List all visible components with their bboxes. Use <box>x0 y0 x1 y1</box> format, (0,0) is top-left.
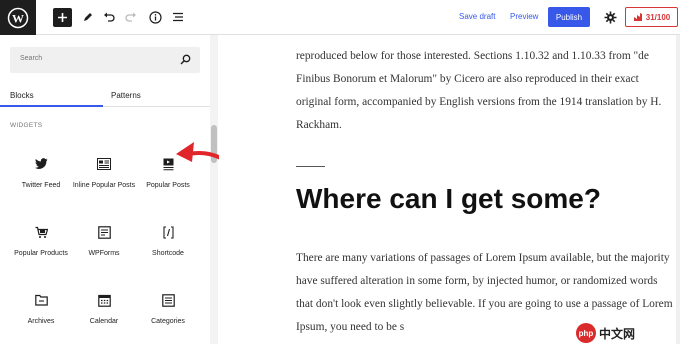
settings-gear-icon[interactable] <box>602 6 618 28</box>
inserter-tabs: Blocks Patterns <box>0 85 210 107</box>
wordpress-logo-icon[interactable]: W <box>0 0 36 35</box>
block-label: Twitter Feed <box>21 182 61 189</box>
tab-patterns[interactable]: Patterns <box>111 91 141 100</box>
block-search-input[interactable]: Search <box>10 47 200 73</box>
block-popular-products[interactable]: Popular Products <box>9 224 73 258</box>
heading-block[interactable]: Where can I get some? <box>296 183 601 215</box>
categories-icon <box>160 292 176 308</box>
seo-score-icon <box>633 13 642 21</box>
list-view-icon[interactable] <box>170 6 186 28</box>
block-label: Categories <box>151 318 185 325</box>
block-label: Shortcode <box>152 250 184 257</box>
watermark-badge: php <box>576 323 596 343</box>
block-label: Calendar <box>89 318 119 325</box>
block-inline-popular-posts[interactable]: Inline Popular Posts <box>72 156 136 190</box>
block-label: Popular Products <box>14 250 68 257</box>
editor-toolbar: W Save draft Preview Publish 31/100 <box>0 0 680 35</box>
undo-icon[interactable] <box>102 6 116 28</box>
seo-score-button[interactable]: 31/100 <box>625 7 678 27</box>
watermark: php 中文网 <box>576 322 680 344</box>
active-tab-indicator <box>0 105 103 107</box>
block-label: WPForms <box>88 250 120 257</box>
svg-text:W: W <box>12 11 24 25</box>
twitter-icon <box>33 156 49 172</box>
watermark-text: 中文网 <box>599 326 636 341</box>
separator-block <box>296 166 325 167</box>
widgets-section-title: WIDGETS <box>10 122 43 129</box>
block-twitter-feed[interactable]: Twitter Feed <box>9 156 73 190</box>
calendar-icon <box>96 292 112 308</box>
tab-blocks[interactable]: Blocks <box>10 91 34 100</box>
search-icon <box>180 54 191 65</box>
preview-button[interactable]: Preview <box>510 12 538 21</box>
search-placeholder: Search <box>20 55 43 62</box>
cart-icon <box>33 224 49 240</box>
archives-icon <box>33 292 49 308</box>
pencil-tool-icon[interactable] <box>81 6 95 28</box>
redo-icon[interactable] <box>124 6 138 28</box>
save-draft-button[interactable]: Save draft <box>459 12 495 21</box>
publish-button[interactable]: Publish <box>548 7 590 27</box>
block-archives[interactable]: Archives <box>9 292 73 326</box>
block-label: Inline Popular Posts <box>72 182 136 189</box>
block-label: Archives <box>27 318 55 325</box>
inline-posts-icon <box>96 156 112 172</box>
block-shortcode[interactable]: Shortcode <box>136 224 200 258</box>
block-categories[interactable]: Categories <box>136 292 200 326</box>
details-info-icon[interactable] <box>147 6 163 28</box>
add-block-button[interactable] <box>53 8 72 27</box>
block-calendar[interactable]: Calendar <box>72 292 136 326</box>
wpforms-icon <box>96 224 112 240</box>
editor-canvas: reproduced below for those interested. S… <box>219 35 680 344</box>
paragraph-block[interactable]: reproduced below for those interested. S… <box>296 45 676 137</box>
editor-scrollbar[interactable] <box>676 35 680 344</box>
shortcode-icon <box>160 224 176 240</box>
seo-score-value: 31/100 <box>645 12 671 22</box>
block-wpforms[interactable]: WPForms <box>72 224 136 258</box>
